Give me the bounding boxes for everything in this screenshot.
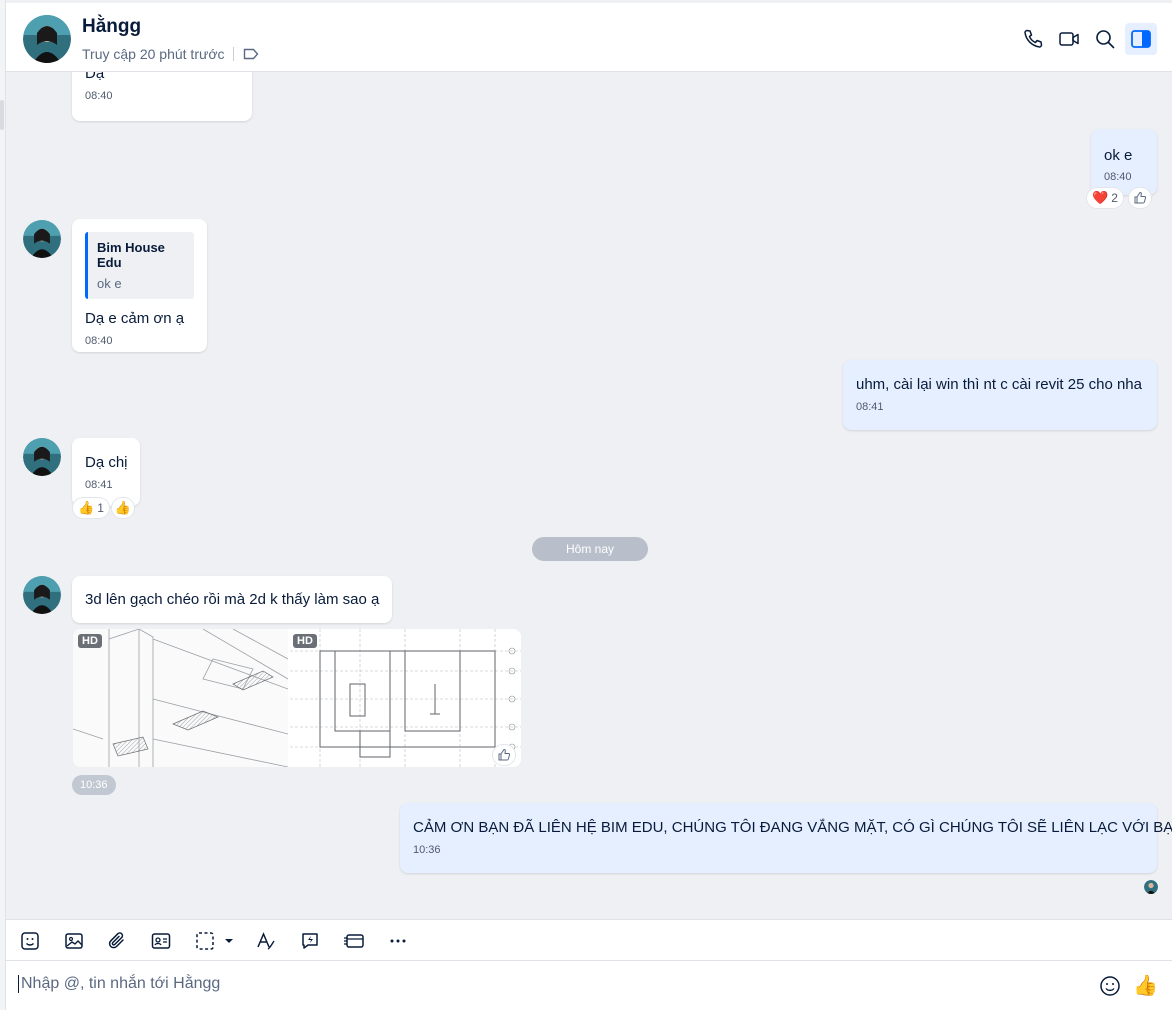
composer-toolbar	[6, 919, 1172, 961]
image-3d-view[interactable]: HD	[73, 629, 289, 767]
more-icon[interactable]	[387, 930, 409, 952]
quoted-message[interactable]: Bim House Edu ok e	[85, 232, 194, 299]
image-2d-plan[interactable]: HD	[290, 629, 521, 767]
phone-icon[interactable]	[1021, 27, 1045, 51]
message-text: 3d lên gạch chéo rồi mà 2d k thấy làm sa…	[85, 591, 380, 608]
sticker-icon[interactable]	[19, 930, 41, 952]
thumbs-up-reaction-icon: 👍	[78, 500, 95, 515]
emoji-icon[interactable]	[1098, 974, 1122, 998]
date-divider: Hôm nay	[532, 537, 648, 561]
message-text: CẢM ƠN BẠN ĐÃ LIÊN HỆ BIM EDU, CHÚNG TÔI…	[413, 819, 1172, 836]
message-list[interactable]: Dạ 08:40 ok e 08:40 ❤️ 2 Bim House Edu o…	[6, 72, 1172, 919]
contact-avatar[interactable]	[23, 15, 71, 63]
quick-message-icon[interactable]	[299, 930, 321, 952]
thumbs-up-icon	[498, 748, 511, 761]
sender-avatar[interactable]	[23, 220, 61, 258]
message-bubble-outgoing[interactable]: CẢM ƠN BẠN ĐÃ LIÊN HỆ BIM EDU, CHÚNG TÔI…	[400, 803, 1172, 873]
screenshot-icon[interactable]	[194, 930, 216, 952]
contact-status: Truy cập 20 phút trước	[82, 46, 225, 62]
thumbs-up-icon	[1134, 191, 1147, 204]
message-bubble-outgoing[interactable]: ok e 08:40	[1091, 129, 1157, 195]
message-text: Dạ e cảm ơn ạ	[85, 310, 185, 327]
chat-header: Hằngg Truy cập 20 phút trước	[6, 0, 1172, 72]
message-bubble-outgoing[interactable]: uhm, cài lại win thì nt c cài revit 25 c…	[843, 360, 1157, 430]
video-call-icon[interactable]	[1057, 27, 1081, 51]
message-bubble-incoming[interactable]: Bim House Edu ok e Dạ e cảm ơn ạ 08:40	[72, 219, 207, 352]
message-time: 08:40	[85, 335, 113, 347]
card-icon[interactable]	[343, 930, 365, 952]
quoted-author: Bim House Edu	[97, 240, 165, 270]
message-bubble-incoming[interactable]: Dạ chị 08:41	[72, 438, 140, 506]
message-bubble-incoming[interactable]: 3d lên gạch chéo rồi mà 2d k thấy làm sa…	[72, 576, 392, 623]
header-separator	[233, 47, 234, 61]
message-input[interactable]: Nhập @, tin nhắn tới Hằngg	[18, 975, 220, 993]
reaction-count: 1	[97, 501, 104, 515]
resize-handle[interactable]	[0, 100, 4, 130]
heart-reaction-icon: ❤️	[1092, 190, 1109, 205]
contact-name: Hằngg	[82, 16, 142, 37]
message-bubble-incoming[interactable]: Dạ 08:40	[72, 72, 252, 121]
image-icon[interactable]	[63, 930, 85, 952]
label-tag-icon[interactable]	[243, 47, 259, 66]
message-text: ok e	[1104, 147, 1133, 164]
hd-badge: HD	[293, 634, 317, 648]
quoted-text: ok e	[97, 276, 122, 291]
message-time: 10:36	[413, 844, 441, 856]
reaction-summary[interactable]: ❤️ 2	[1087, 188, 1123, 208]
add-reaction-button[interactable]	[1129, 188, 1151, 208]
hd-badge: HD	[78, 634, 102, 648]
message-time: 10:36	[72, 775, 116, 795]
message-text: Dạ	[85, 72, 105, 82]
text-format-icon[interactable]	[255, 930, 277, 952]
message-composer: Nhập @, tin nhắn tới Hằngg 👍	[6, 961, 1172, 1010]
attachment-icon[interactable]	[106, 930, 128, 952]
seen-avatar	[1144, 880, 1158, 894]
thumbs-up-icon[interactable]: 👍	[1133, 974, 1158, 998]
message-time: 08:40	[85, 90, 113, 102]
message-text: uhm, cài lại win thì nt c cài revit 25 c…	[856, 376, 1142, 393]
sidebar-toggle-icon[interactable]	[1125, 23, 1157, 55]
reaction-count: 2	[1111, 191, 1118, 205]
add-reaction-button[interactable]	[493, 745, 515, 765]
dropdown-arrow-icon[interactable]	[223, 930, 235, 952]
add-reaction-button[interactable]: 👍	[112, 498, 134, 518]
message-text: Dạ chị	[85, 454, 128, 471]
thumbs-up-icon: 👍	[114, 500, 132, 515]
sender-avatar[interactable]	[23, 438, 61, 476]
message-time: 08:40	[1104, 171, 1132, 183]
message-time: 08:41	[856, 401, 884, 413]
contact-card-icon[interactable]	[150, 930, 172, 952]
search-icon[interactable]	[1093, 27, 1117, 51]
sender-avatar[interactable]	[23, 576, 61, 614]
image-group[interactable]: HD HD	[73, 629, 521, 767]
reaction-summary[interactable]: 👍 1	[73, 498, 109, 518]
message-time: 08:41	[85, 479, 113, 491]
